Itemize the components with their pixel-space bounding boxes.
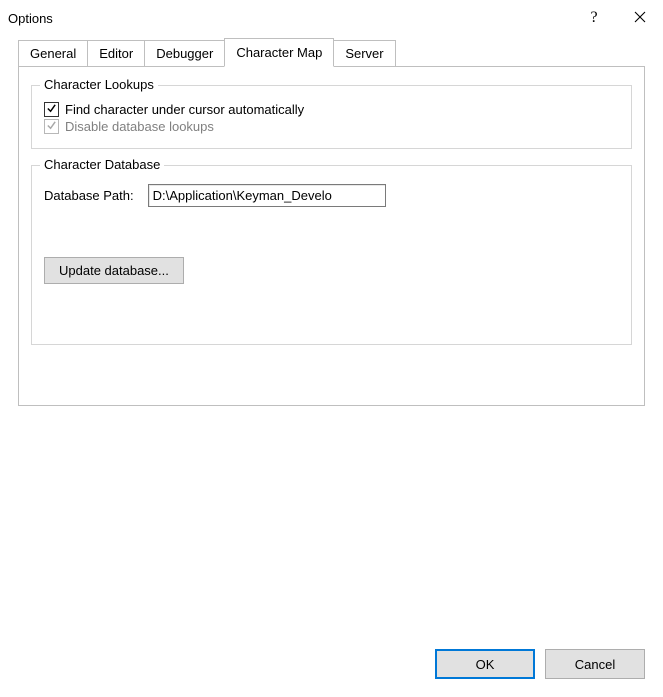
tab-general[interactable]: General [18, 40, 88, 67]
checkbox-disable-db [44, 119, 59, 134]
groupbox-legend: Character Database [40, 157, 164, 172]
check-icon [46, 119, 57, 134]
help-icon: ? [590, 9, 597, 27]
titlebar: Options ? [0, 0, 663, 36]
database-path-label: Database Path: [44, 188, 134, 203]
tabstrip: General Editor Debugger Character Map Se… [18, 40, 645, 67]
database-path-input[interactable] [148, 184, 386, 207]
close-button[interactable] [617, 0, 663, 36]
window-title: Options [8, 11, 571, 26]
tab-server[interactable]: Server [333, 40, 395, 67]
content-area: General Editor Debugger Character Map Se… [0, 36, 663, 639]
tab-editor[interactable]: Editor [87, 40, 145, 67]
options-dialog: Options ? General Editor Debugger Charac… [0, 0, 663, 697]
tab-debugger[interactable]: Debugger [144, 40, 225, 67]
checkbox-row-disable-db: Disable database lookups [44, 119, 619, 134]
groupbox-character-database: Character Database Database Path: Update… [31, 165, 632, 345]
checkbox-label: Find character under cursor automaticall… [65, 102, 304, 117]
help-button[interactable]: ? [571, 0, 617, 36]
checkbox-row-find-auto: Find character under cursor automaticall… [44, 102, 619, 117]
ok-button[interactable]: OK [435, 649, 535, 679]
groupbox-legend: Character Lookups [40, 77, 158, 92]
dialog-footer: OK Cancel [0, 639, 663, 697]
tab-character-map[interactable]: Character Map [224, 38, 334, 67]
tab-panel-character-map: Character Lookups Find character under c… [18, 66, 645, 406]
checkbox-label: Disable database lookups [65, 119, 214, 134]
cancel-button[interactable]: Cancel [545, 649, 645, 679]
update-database-button[interactable]: Update database... [44, 257, 184, 284]
database-path-row: Database Path: [44, 184, 619, 207]
close-icon [634, 10, 646, 26]
check-icon [46, 102, 57, 117]
checkbox-find-auto[interactable] [44, 102, 59, 117]
groupbox-character-lookups: Character Lookups Find character under c… [31, 85, 632, 149]
